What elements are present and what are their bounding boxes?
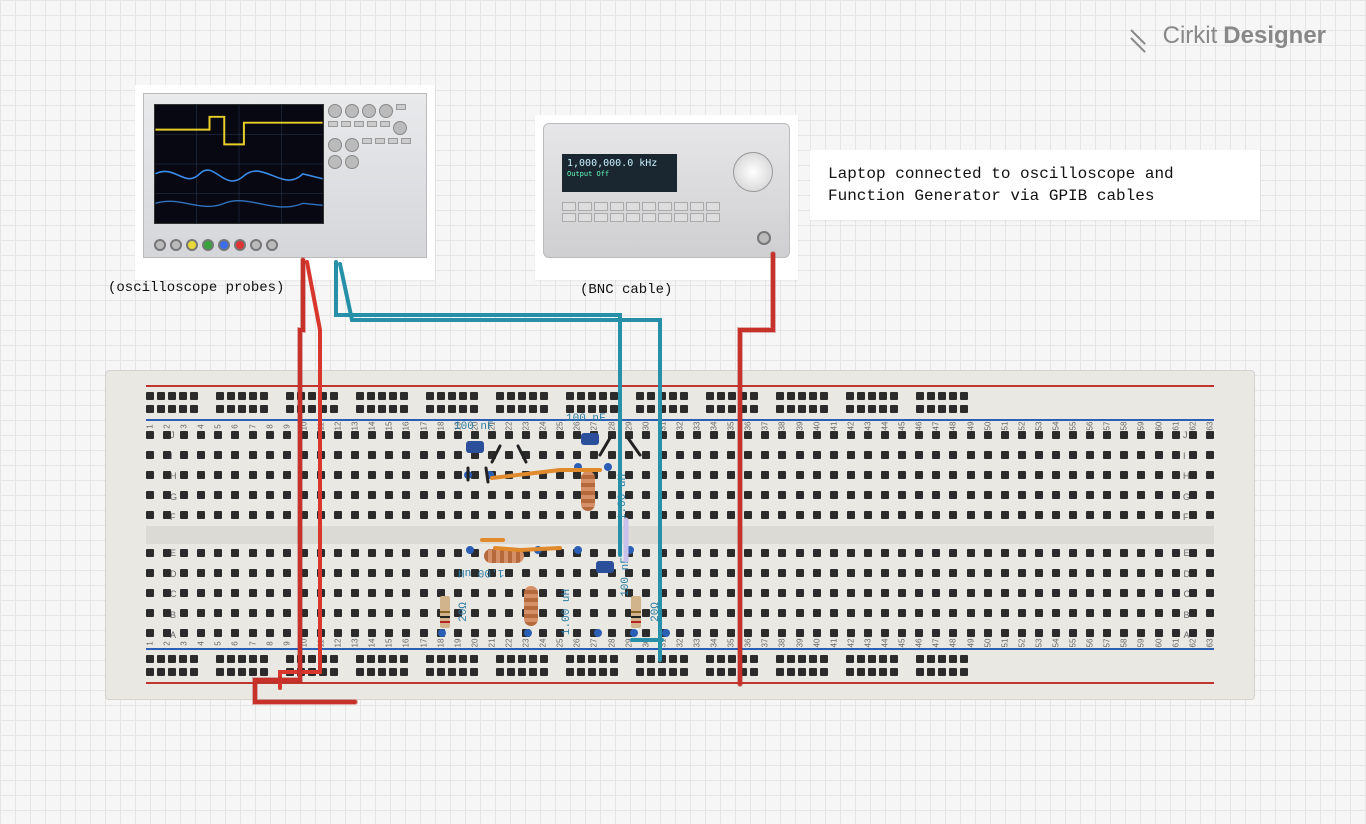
label-cap-3: 100 nF — [620, 557, 632, 597]
oscilloscope-controls — [328, 104, 418, 224]
function-generator-buttons — [562, 202, 732, 222]
label-ind-3: 1.00 uH — [561, 589, 573, 635]
oscilloscope-body — [143, 93, 427, 258]
oscilloscope-card[interactable] — [135, 85, 435, 280]
function-generator-body: 1,000,000.0 kHz Output Off — [543, 123, 790, 258]
breadboard-center-gap — [146, 526, 1214, 544]
caption-probes: (oscilloscope probes) — [108, 280, 284, 296]
label-ind-2: 1.00 uH — [458, 566, 504, 578]
function-generator-output — [757, 231, 771, 245]
inductor-2[interactable] — [484, 549, 524, 563]
label-ind-1: 1.00 uH — [617, 474, 629, 520]
fg-display-aux: Output Off — [567, 170, 672, 178]
caption-bnc: (BNC cable) — [580, 282, 672, 298]
logo-text-1: Cirkit — [1163, 22, 1218, 50]
breadboard-field-top: JIHGF JIHGF — [146, 431, 1214, 521]
note-line-2: Function Generator via GPIB cables — [828, 187, 1154, 205]
inductor-1[interactable] — [581, 471, 595, 511]
breadboard-power-rail-top — [146, 383, 1214, 423]
label-res-2: 20Ω — [650, 602, 662, 622]
logo-text-2: Designer — [1223, 22, 1326, 50]
function-generator-knob — [733, 152, 773, 192]
label-res-1: 20Ω — [458, 602, 470, 622]
label-cap-2: 100 nF — [566, 413, 606, 425]
function-generator-screen: 1,000,000.0 kHz Output Off — [562, 154, 677, 192]
note-line-1: Laptop connected to oscilloscope and — [828, 165, 1174, 183]
breadboard[interactable]: 1234567891011121314151617181920212223242… — [105, 370, 1255, 700]
resistor-1[interactable] — [440, 596, 450, 628]
logo-icon — [1129, 25, 1155, 47]
app-logo: Cirkit Designer — [1129, 22, 1326, 50]
fg-display-main: 1,000,000.0 kHz — [567, 158, 657, 169]
resistor-2[interactable] — [631, 596, 641, 628]
breadboard-power-rail-bottom — [146, 646, 1214, 686]
function-generator-card[interactable]: 1,000,000.0 kHz Output Off — [535, 115, 798, 280]
oscilloscope-screen — [154, 104, 324, 224]
breadboard-field-bottom: EDCBA EDCBA — [146, 549, 1214, 639]
capacitor-3[interactable] — [596, 561, 614, 573]
label-cap-1: 100 nF — [454, 421, 494, 433]
note-card: Laptop connected to oscilloscope and Fun… — [810, 150, 1260, 220]
oscilloscope-ports — [154, 239, 278, 251]
inductor-3[interactable] — [524, 586, 538, 626]
capacitor-1[interactable] — [466, 441, 484, 453]
capacitor-2[interactable] — [581, 433, 599, 445]
